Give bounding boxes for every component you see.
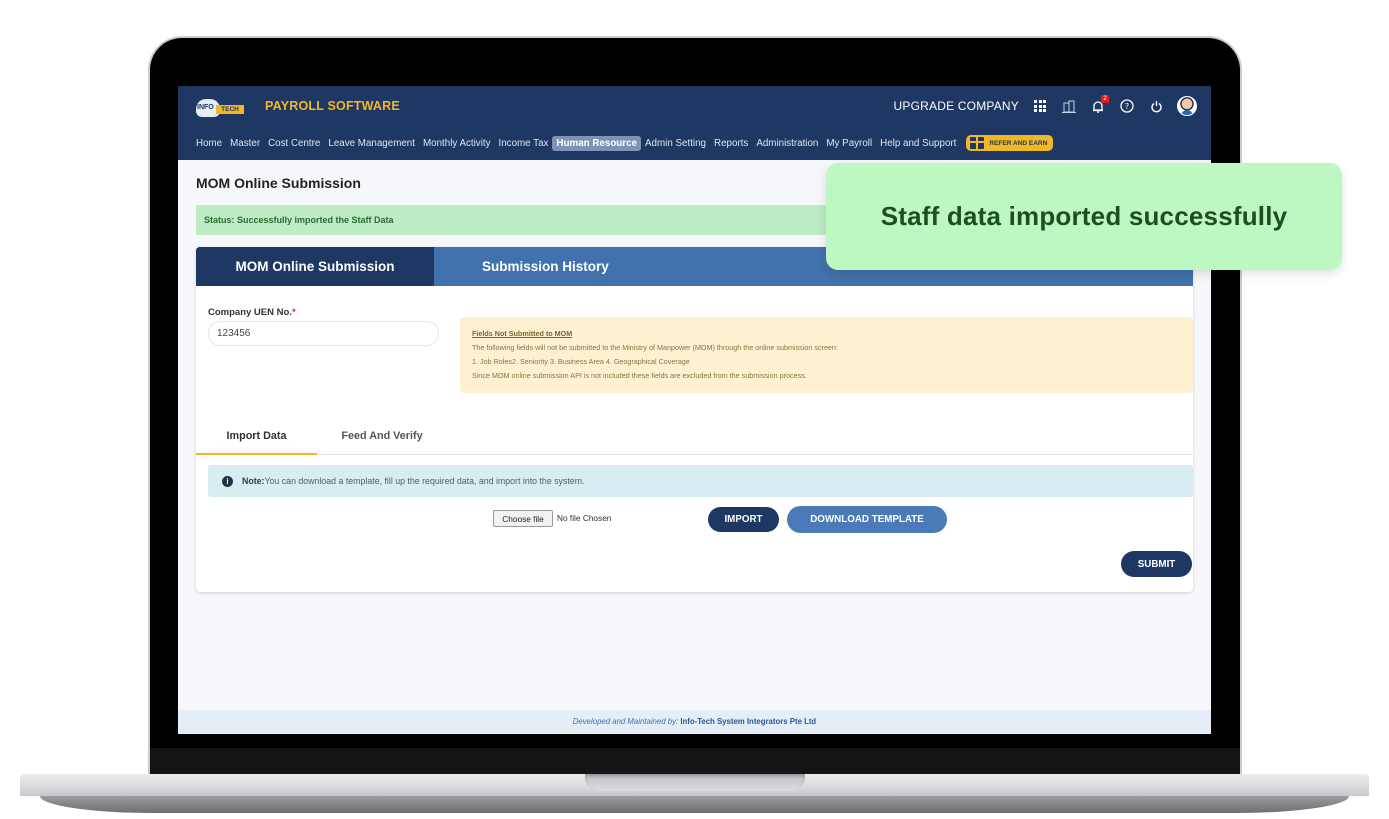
page-title: MOM Online Submission [196,175,361,191]
nav-item-cost-centre[interactable]: Cost Centre [264,136,324,151]
main-nav: Home Master Cost Centre Leave Management… [196,135,1054,151]
file-name-label: No file Chosen [557,513,612,523]
note-text: You can download a template, fill up the… [264,476,585,486]
tab-submission-history[interactable]: Submission History [434,247,609,286]
tab-feed-and-verify[interactable]: Feed And Verify [317,423,447,455]
nav-item-my-payroll[interactable]: My Payroll [822,136,876,151]
laptop-mockup: INFO TECH PAYROLL SOFTWARE UPGRADE COMPA… [0,0,1389,819]
download-template-button[interactable]: DOWNLOAD TEMPLATE [787,506,947,533]
nav-item-help-support[interactable]: Help and Support [876,136,960,151]
laptop-base-bottom [40,796,1349,813]
info-icon: i [222,476,233,487]
notice-heading: Fields Not Submitted to MOM [472,329,573,338]
nav-item-home[interactable]: Home [196,136,226,151]
uen-input[interactable] [208,321,439,346]
nav-item-administration[interactable]: Administration [752,136,822,151]
nav-item-monthly-activity[interactable]: Monthly Activity [419,136,495,151]
footer: Developed and Maintained by: Info-Tech S… [178,710,1211,734]
refer-label: REFER AND EARN [989,139,1048,147]
tab-import-data[interactable]: Import Data [196,423,317,455]
laptop-notch [585,774,805,791]
choose-file-button[interactable]: Choose file [493,510,553,527]
required-marker: * [291,307,296,318]
submit-button[interactable]: SUBMIT [1121,551,1192,577]
uen-label: Company UEN No.* [208,307,296,318]
notification-badge: 2 [1101,95,1109,103]
bell-icon[interactable]: 2 [1090,95,1109,114]
import-button[interactable]: IMPORT [708,507,779,532]
nav-item-income-tax[interactable]: Income Tax [495,136,553,151]
note-bar: i Note:You can download a template, fill… [208,465,1193,497]
notice-line-3: Since MOM online submission API is not i… [472,371,807,380]
success-toast: Staff data imported successfully [826,163,1342,270]
tab-mom-online-submission[interactable]: MOM Online Submission [196,247,434,286]
fields-not-submitted-notice: Fields Not Submitted to MOM The followin… [460,317,1193,393]
sub-tabs: Import Data Feed And Verify [196,423,1193,455]
footer-company[interactable]: Info-Tech System Integrators Pte Ltd [680,717,816,726]
infotech-logo[interactable]: INFO TECH [196,99,248,117]
app-title: PAYROLL SOFTWARE [265,99,400,113]
building-icon[interactable] [1061,98,1077,114]
user-avatar[interactable] [1177,96,1197,116]
refer-and-earn-button[interactable]: REFER AND EARN [966,135,1054,151]
logo-tech-label: TECH [216,105,244,114]
nav-item-human-resource[interactable]: Human Resource [552,135,641,151]
nav-item-reports[interactable]: Reports [710,136,752,151]
upgrade-company-link[interactable]: UPGRADE COMPANY [894,99,1019,113]
laptop-chin [150,748,1240,774]
nav-item-master[interactable]: Master [226,136,264,151]
nav-item-admin-setting[interactable]: Admin Setting [641,136,710,151]
notice-line-1: The following fields will not be submitt… [472,343,838,352]
gift-icon [970,137,985,149]
nav-item-leave-management[interactable]: Leave Management [324,136,419,151]
help-icon[interactable]: ? [1119,98,1135,114]
top-header: INFO TECH PAYROLL SOFTWARE UPGRADE COMPA… [178,86,1211,160]
svg-text:?: ? [1125,102,1129,111]
footer-prefix: Developed and Maintained by: [572,717,679,726]
power-icon[interactable] [1148,98,1164,114]
apps-grid-icon[interactable] [1032,98,1048,114]
notice-line-2: 1. Job Roles2. Seniority 3. Business Are… [472,357,690,366]
submission-card: MOM Online Submission Submission History… [196,247,1193,592]
header-actions: UPGRADE COMPANY 2 ? [894,95,1197,116]
note-label: Note: [242,476,265,486]
